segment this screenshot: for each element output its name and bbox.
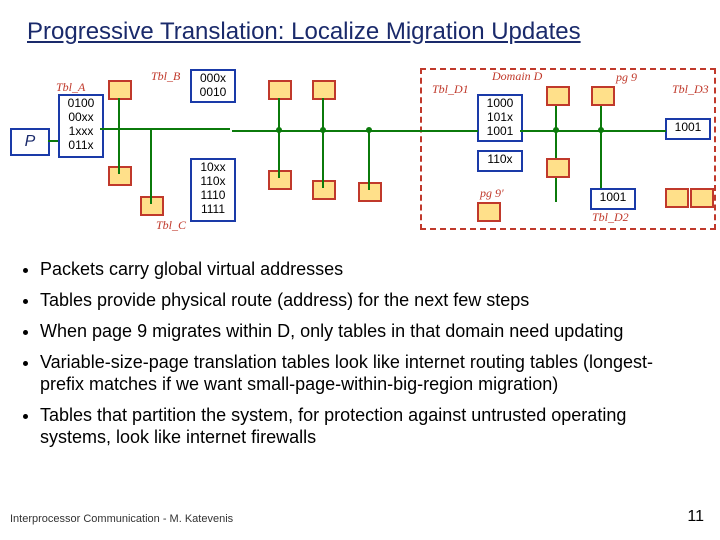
bus-icon	[630, 130, 666, 132]
table-cell: 000x	[192, 71, 234, 85]
table-tbl-c: 10xx 110x 1110 1111	[190, 158, 236, 222]
table-tbl-a: 0100 00xx 1xxx 011x	[58, 94, 104, 158]
cache-box-icon	[268, 170, 292, 190]
table-cell: 110x	[479, 152, 521, 166]
table-cell: 1001	[592, 190, 634, 204]
bus-dot-icon	[598, 127, 604, 133]
table-cell: 1111	[192, 202, 234, 216]
bus-icon	[118, 98, 120, 174]
table-cell: 1110	[192, 188, 234, 202]
table-cell: 011x	[60, 138, 102, 152]
table-cell: 10xx	[192, 160, 234, 174]
table-tbl-d1-upper: 1000 101x 1001	[477, 94, 523, 142]
cache-box-icon	[312, 80, 336, 100]
table-cell: 101x	[479, 110, 521, 124]
page-box-icon	[591, 86, 615, 106]
cache-box-icon	[546, 158, 570, 178]
table-cell: 110x	[192, 174, 234, 188]
bus-icon	[412, 130, 478, 132]
page-box-icon	[477, 202, 501, 222]
table-cell: 0010	[192, 85, 234, 99]
slide: Progressive Translation: Localize Migrat…	[0, 0, 720, 540]
table-cell: 1xxx	[60, 124, 102, 138]
label-tbl-c: Tbl_C	[156, 218, 186, 233]
table-cell: 00xx	[60, 110, 102, 124]
bus-dot-icon	[276, 127, 282, 133]
bullet-item: Tables that partition the system, for pr…	[40, 404, 696, 448]
bus-dot-icon	[366, 127, 372, 133]
bus-icon	[520, 130, 630, 132]
bullet-item: When page 9 migrates within D, only tabl…	[40, 320, 696, 342]
bus-dot-icon	[553, 127, 559, 133]
table-tbl-b: 000x 0010	[190, 69, 236, 103]
label-tbl-a: Tbl_A	[56, 80, 85, 95]
bus-icon	[48, 140, 58, 142]
table-cell: 0100	[60, 96, 102, 110]
bus-icon	[368, 130, 370, 190]
slide-title: Progressive Translation: Localize Migrat…	[27, 18, 581, 46]
cache-box-icon	[546, 86, 570, 106]
processor-box: P	[10, 128, 50, 156]
label-domain-d: Domain D	[492, 69, 542, 84]
cache-box-icon	[358, 182, 382, 202]
footer-note: Interprocessor Communication - M. Kateve…	[10, 513, 233, 525]
diagram: P Tbl_A 0100 00xx 1xxx 011x Tbl_B 000x 0…	[0, 58, 720, 242]
bullet-list: Packets carry global virtual addresses T…	[24, 258, 696, 457]
cache-box-icon	[690, 188, 714, 208]
label-pg9: pg 9	[616, 70, 637, 85]
bus-icon	[322, 98, 324, 188]
table-cell: 1001	[667, 120, 709, 134]
cache-box-icon	[268, 80, 292, 100]
label-tbl-d3: Tbl_D3	[672, 82, 709, 97]
cache-box-icon	[140, 196, 164, 216]
cache-box-icon	[108, 80, 132, 100]
bullet-item: Tables provide physical route (address) …	[40, 289, 696, 311]
page-number: 11	[687, 508, 704, 526]
bullet-item: Variable-size-page translation tables lo…	[40, 351, 696, 395]
bus-icon	[150, 128, 152, 204]
cache-box-icon	[665, 188, 689, 208]
table-tbl-d2: 1001	[590, 188, 636, 210]
bus-icon	[100, 128, 230, 130]
table-tbl-d1-lower: 110x	[477, 150, 523, 172]
table-tbl-d3: 1001	[665, 118, 711, 140]
table-cell: 1000	[479, 96, 521, 110]
label-tbl-d2: Tbl_D2	[592, 210, 629, 225]
table-cell: 1001	[479, 124, 521, 138]
label-pg9p: pg 9'	[480, 186, 504, 201]
bus-dot-icon	[320, 127, 326, 133]
label-tbl-d1: Tbl_D1	[432, 82, 469, 97]
cache-box-icon	[312, 180, 336, 200]
label-tbl-b: Tbl_B	[151, 69, 180, 84]
cache-box-icon	[108, 166, 132, 186]
bus-icon	[278, 98, 280, 178]
bus-icon	[555, 102, 557, 202]
bullet-item: Packets carry global virtual addresses	[40, 258, 696, 280]
